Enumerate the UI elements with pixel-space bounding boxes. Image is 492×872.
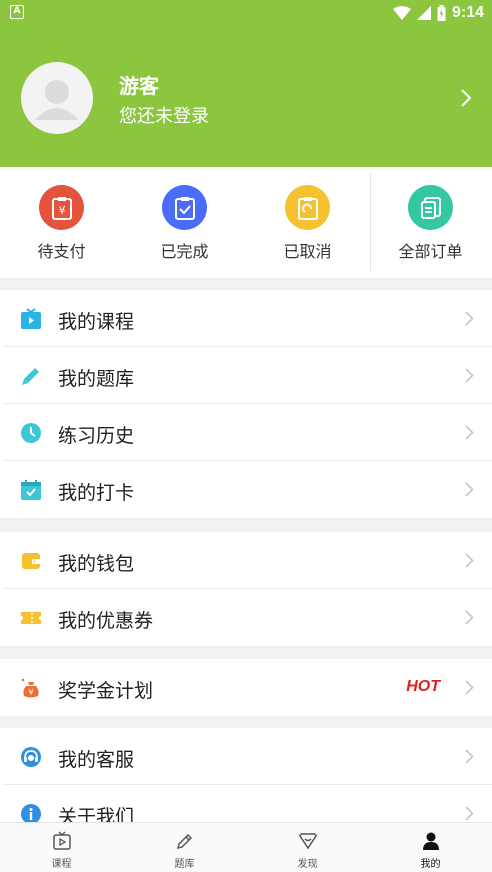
menu-label: 我的客服 [58, 749, 135, 771]
menu-label: 练习历史 [58, 425, 135, 447]
money-bag-icon: ¥ [21, 678, 39, 698]
order-all-button[interactable]: 全部订单 [369, 167, 492, 278]
chevron-right-icon [465, 553, 474, 568]
menu-label: 我的钱包 [58, 553, 135, 575]
order-cancelled-label: 已取消 [283, 242, 332, 261]
menu-label: 奖学金计划 [58, 680, 154, 702]
nav-tab-question-bank[interactable]: 题库 [123, 823, 246, 872]
cancelled-icon [285, 185, 330, 230]
coupon-icon [21, 612, 41, 624]
pencil-nav-icon [176, 833, 193, 850]
menu-label: 我的优惠券 [58, 610, 154, 632]
completed-icon [162, 185, 207, 230]
person-icon [423, 832, 439, 850]
nav-tab-courses[interactable]: 课程 [0, 823, 123, 872]
status-bar: A 9:14 [0, 0, 492, 26]
chevron-right-icon [465, 806, 474, 821]
svg-text:¥: ¥ [28, 688, 33, 697]
all-orders-icon [408, 185, 453, 230]
person-avatar-icon[interactable] [21, 62, 93, 134]
login-hint: 您还未登录 [119, 106, 209, 127]
clock-icon [21, 423, 41, 443]
chevron-right-icon [465, 749, 474, 764]
nav-tab-discover[interactable]: 发现 [246, 823, 369, 872]
play-tv-icon [53, 831, 71, 850]
chevron-right-icon [461, 89, 472, 107]
order-completed-label: 已完成 [160, 242, 209, 261]
order-pending-button[interactable]: ¥ 待支付 [0, 167, 123, 278]
pencil-icon [22, 368, 39, 385]
chevron-right-icon [465, 311, 474, 326]
menu-label: 我的课程 [58, 311, 135, 333]
nav-label: 发现 [297, 859, 318, 870]
discover-icon [299, 833, 317, 850]
status-icons: 9:14 [392, 2, 484, 24]
svg-text:¥: ¥ [58, 204, 65, 217]
headset-icon [21, 747, 41, 767]
order-shortcuts: ¥ 待支付 已完成 已取消 全部订单 [0, 167, 492, 278]
wallet-icon [22, 553, 40, 569]
chevron-right-icon [465, 482, 474, 497]
chevron-right-icon [465, 368, 474, 383]
menu-my-courses[interactable]: 我的课程 [0, 290, 492, 347]
menu-my-wallet[interactable]: 我的钱包 [0, 532, 492, 589]
order-completed-button[interactable]: 已完成 [123, 167, 246, 278]
nav-label: 我的 [420, 859, 441, 870]
orders-divider [370, 173, 371, 271]
menu-label: 我的打卡 [58, 482, 135, 504]
signal-icon [416, 6, 431, 20]
menu-practice-history[interactable]: 练习历史 [0, 404, 492, 461]
menu-my-question-bank[interactable]: 我的题库 [0, 347, 492, 404]
chevron-right-icon [465, 425, 474, 440]
profile-header: A 9:14 游客 您还未登录 [0, 0, 492, 167]
nav-tab-mine[interactable]: 我的 [369, 823, 492, 872]
menu-my-coupons[interactable]: 我的优惠券 [0, 589, 492, 646]
wifi-icon [392, 6, 411, 20]
calendar-check-icon [21, 480, 41, 500]
menu-group-scholarship: ¥ 奖学金计划 HOT [0, 659, 492, 716]
clock-time: 9:14 [451, 4, 484, 21]
app-notification-icon: A [10, 5, 24, 19]
order-cancelled-button[interactable]: 已取消 [246, 167, 369, 278]
order-pending-label: 待支付 [37, 242, 86, 261]
profile-name: 游客 [119, 74, 159, 98]
chevron-right-icon [465, 610, 474, 625]
order-all-label: 全部订单 [398, 242, 463, 261]
battery-icon [437, 5, 446, 21]
hot-badge: HOT [406, 678, 440, 695]
menu-group-study: 我的课程 我的题库 练习历史 我的打卡 [0, 290, 492, 518]
pending-payment-icon: ¥ [39, 185, 84, 230]
chevron-right-icon [465, 680, 474, 695]
nav-label: 课程 [51, 859, 72, 870]
nav-label: 题库 [174, 859, 195, 870]
menu-customer-service[interactable]: 我的客服 [0, 728, 492, 785]
menu-scholarship-plan[interactable]: ¥ 奖学金计划 HOT [0, 659, 492, 716]
profile-login-row[interactable]: 游客 您还未登录 [0, 60, 492, 136]
menu-group-finance: 我的钱包 我的优惠券 [0, 532, 492, 646]
bottom-nav: 课程 题库 发现 我的 [0, 822, 492, 872]
menu-label: 我的题库 [58, 368, 135, 390]
tv-icon [21, 308, 41, 329]
menu-my-checkin[interactable]: 我的打卡 [0, 461, 492, 518]
